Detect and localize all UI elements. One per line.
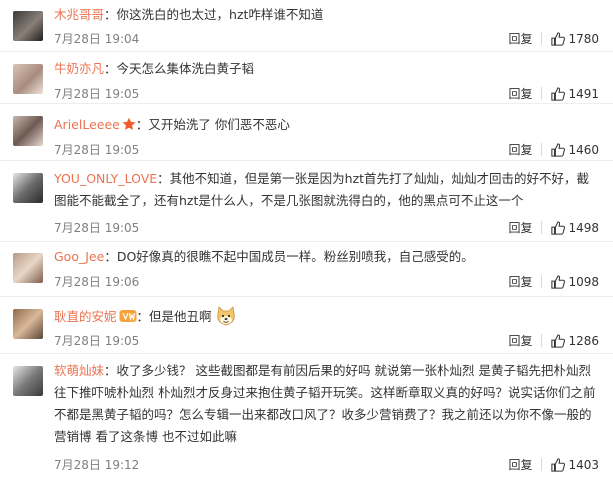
comment-item: ArielLeeee ：又开始洗了 你们恶不恶心 7月28日 19:05 回复 1… xyxy=(0,104,613,161)
like-button[interactable]: 1498 xyxy=(551,221,599,235)
divider xyxy=(541,275,543,288)
thumbs-up-icon xyxy=(551,333,566,348)
comment-body: 你这洗白的也太过，hzt咋样谁不知道 xyxy=(116,7,324,22)
reply-button[interactable]: 回复 xyxy=(508,30,532,47)
avatar[interactable] xyxy=(13,173,43,203)
divider xyxy=(541,143,543,156)
comment-text-line: Goo_Jee：DO好像真的很瞧不起中国成员一样。粉丝别喷我，自己感受的。 xyxy=(54,249,474,264)
comment-text-line: 牛奶亦凡：今天怎么集体洗白黄子韬 xyxy=(54,61,255,76)
username-link[interactable]: ArielLeeee xyxy=(54,117,120,132)
like-button[interactable]: 1098 xyxy=(551,275,599,289)
username-link[interactable]: 耿直的安妮 xyxy=(54,309,117,324)
comment-item: 牛奶亦凡：今天怎么集体洗白黄子韬 7月28日 19:05 回复 1491 xyxy=(0,52,613,104)
thumbs-up-icon xyxy=(551,220,566,235)
username-link[interactable]: 木兆哥哥 xyxy=(54,7,104,22)
comment-item: Goo_Jee：DO好像真的很瞧不起中国成员一样。粉丝别喷我，自己感受的。 7月… xyxy=(0,242,613,297)
comment-text-line: 耿直的安妮 ：但是他丑啊 xyxy=(54,305,599,328)
reply-button[interactable]: 回复 xyxy=(508,141,532,158)
timestamp: 7月28日 19:05 xyxy=(54,334,140,348)
like-count: 1286 xyxy=(568,333,599,348)
like-count: 1498 xyxy=(568,220,599,235)
doge-emoji-icon xyxy=(216,306,235,326)
like-button[interactable]: 1403 xyxy=(551,458,599,472)
comment-item: 软萌灿妹：收了多少钱？ 这些截图都是有前因后果的好吗 就说第一张朴灿烈 是黄子韬… xyxy=(0,354,613,479)
divider xyxy=(541,221,543,234)
timestamp: 7月28日 19:12 xyxy=(54,458,140,472)
avatar[interactable] xyxy=(13,309,43,339)
comment-actions: 回复 1491 xyxy=(508,85,599,102)
like-count: 1780 xyxy=(568,31,599,46)
avatar[interactable] xyxy=(13,64,43,94)
comment-item: 木兆哥哥：你这洗白的也太过，hzt咋样谁不知道 7月28日 19:04 回复 1… xyxy=(0,0,613,52)
like-button[interactable]: 1286 xyxy=(551,334,599,348)
reply-button[interactable]: 回复 xyxy=(508,219,532,236)
comment-actions: 回复 1098 xyxy=(508,273,599,290)
like-button[interactable]: 1460 xyxy=(551,143,599,157)
comment-body: 又开始洗了 你们恶不恶心 xyxy=(148,117,290,132)
reply-button[interactable]: 回复 xyxy=(508,332,532,349)
timestamp: 7月28日 19:05 xyxy=(54,143,140,157)
reply-button[interactable]: 回复 xyxy=(508,273,532,290)
divider xyxy=(541,334,543,347)
reply-button[interactable]: 回复 xyxy=(508,456,532,473)
comment-body: 今天怎么集体洗白黄子韬 xyxy=(116,61,255,76)
comment-text-line: 木兆哥哥：你这洗白的也太过，hzt咋样谁不知道 xyxy=(54,7,324,22)
avatar[interactable] xyxy=(13,366,43,396)
avatar[interactable] xyxy=(13,11,43,41)
divider xyxy=(541,32,543,45)
timestamp: 7月28日 19:04 xyxy=(54,32,140,46)
comment-actions: 回复 1780 xyxy=(508,30,599,47)
comment-item: 耿直的安妮 ：但是他丑啊 7月28日 19:05 回复 1286 xyxy=(0,297,613,354)
username-link[interactable]: YOU_ONLY_LOVE xyxy=(54,171,157,186)
comment-body: 但是他丑啊 xyxy=(149,309,212,324)
comment-actions: 回复 1403 xyxy=(508,456,599,473)
thumbs-up-icon xyxy=(551,86,566,101)
thumbs-up-icon xyxy=(551,274,566,289)
like-count: 1403 xyxy=(568,457,599,472)
timestamp: 7月28日 19:05 xyxy=(54,87,140,101)
comment-actions: 回复 1498 xyxy=(508,219,599,236)
divider xyxy=(541,458,543,471)
comment-text-line: 软萌灿妹：收了多少钱？ 这些截图都是有前因后果的好吗 就说第一张朴灿烈 是黄子韬… xyxy=(54,363,596,444)
avatar[interactable] xyxy=(13,253,43,283)
thumbs-up-icon xyxy=(551,31,566,46)
comment-item: YOU_ONLY_LOVE：其他不知道，但是第一张是因为hzt首先打了灿灿，灿灿… xyxy=(0,161,613,242)
username-link[interactable]: Goo_Jee xyxy=(54,249,104,264)
comment-actions: 回复 1460 xyxy=(508,141,599,158)
comment-text-line: YOU_ONLY_LOVE：其他不知道，但是第一张是因为hzt首先打了灿灿，灿灿… xyxy=(54,171,590,208)
username-link[interactable]: 软萌灿妹 xyxy=(54,363,104,378)
like-button[interactable]: 1491 xyxy=(551,87,599,101)
thumbs-up-icon xyxy=(551,457,566,472)
avatar[interactable] xyxy=(13,116,43,146)
thumbs-up-icon xyxy=(551,142,566,157)
divider xyxy=(541,87,543,100)
comment-actions: 回复 1286 xyxy=(508,332,599,349)
like-count: 1491 xyxy=(568,86,599,101)
username-link[interactable]: 牛奶亦凡 xyxy=(54,61,104,76)
reply-button[interactable]: 回复 xyxy=(508,85,532,102)
timestamp: 7月28日 19:06 xyxy=(54,275,140,289)
like-count: 1098 xyxy=(568,274,599,289)
comment-body: DO好像真的很瞧不起中国成员一样。粉丝别喷我，自己感受的。 xyxy=(116,249,474,264)
member-icon[interactable] xyxy=(119,309,137,323)
like-button[interactable]: 1780 xyxy=(551,32,599,46)
like-count: 1460 xyxy=(568,142,599,157)
star-icon[interactable] xyxy=(122,117,136,131)
comment-body: 收了多少钱？ 这些截图都是有前因后果的好吗 就说第一张朴灿烈 是黄子韬先把朴灿烈… xyxy=(54,363,596,444)
comment-text-line: ArielLeeee ：又开始洗了 你们恶不恶心 xyxy=(54,117,290,132)
timestamp: 7月28日 19:05 xyxy=(54,221,140,235)
